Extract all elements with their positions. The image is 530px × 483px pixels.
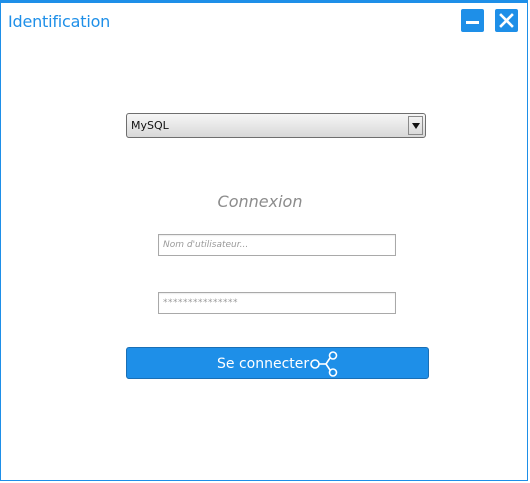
username-input[interactable] xyxy=(158,234,396,256)
minimize-button[interactable] xyxy=(461,9,484,32)
close-button[interactable] xyxy=(495,9,518,32)
chevron-down-icon xyxy=(411,123,420,129)
minimize-icon xyxy=(466,21,479,24)
dropdown-arrow[interactable] xyxy=(408,116,423,135)
connexion-heading: Connexion xyxy=(217,192,303,211)
close-icon xyxy=(499,13,514,28)
share-nodes-icon xyxy=(310,351,338,377)
database-select[interactable]: MySQL xyxy=(126,113,426,138)
window-title: Identification xyxy=(8,12,111,31)
connect-button[interactable]: Se connecter xyxy=(126,347,429,379)
connect-button-label: Se connecter xyxy=(217,356,310,372)
password-input[interactable] xyxy=(158,292,396,314)
login-window: Identification MySQL Connexion Se connec… xyxy=(0,0,528,481)
database-select-value: MySQL xyxy=(131,119,169,132)
